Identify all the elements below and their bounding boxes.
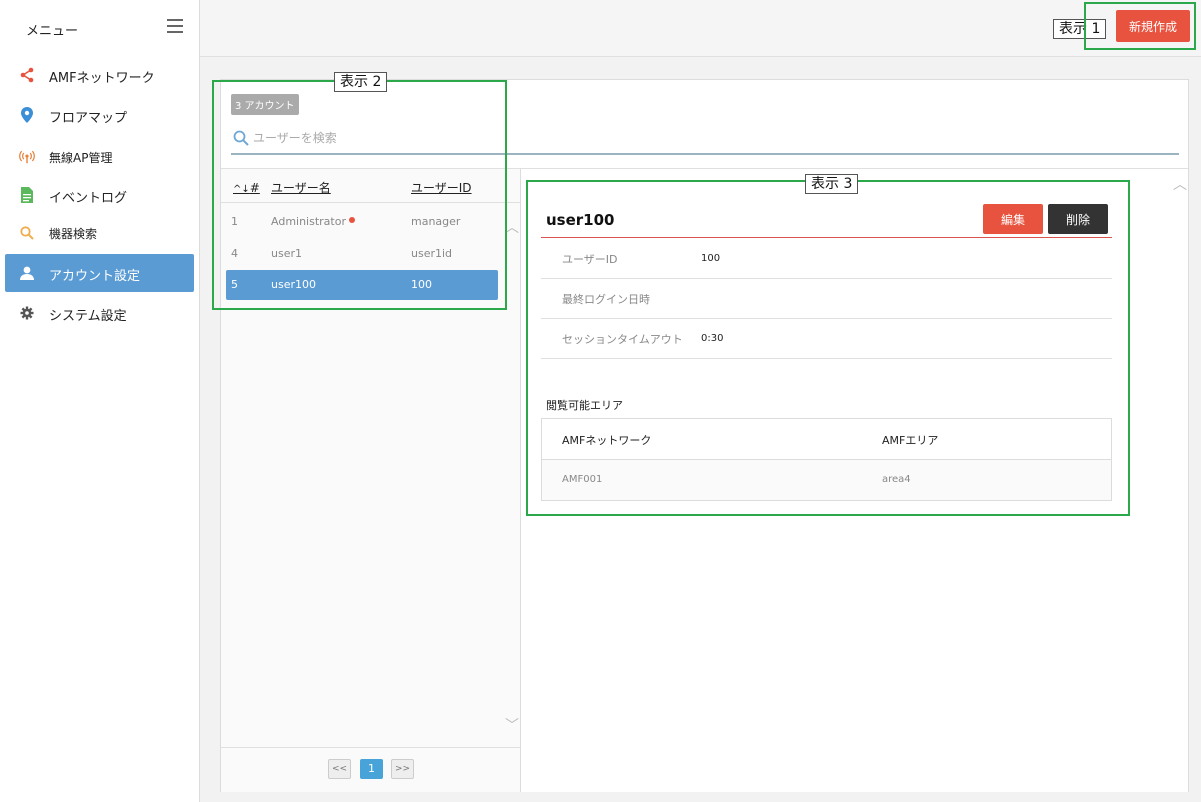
callout-label-1: 表示 1: [1053, 19, 1107, 39]
sidebar-item-floor-map[interactable]: フロアマップ: [5, 96, 194, 134]
user-detail-title: user100: [546, 211, 615, 229]
sidebar-item-label: 機器検索: [49, 227, 98, 241]
sidebar: メニュー AMFネットワーク フロアマップ 無線AP管理 イベントログ 機器検索: [0, 0, 200, 802]
table-row[interactable]: 4 user1 user1id: [226, 239, 498, 269]
table-row[interactable]: 1 Administrator manager: [226, 207, 498, 237]
field-row-session-timeout: セッションタイムアウト 0:30: [541, 319, 1112, 359]
search-icon: [233, 130, 249, 146]
map-pin-icon: [19, 107, 35, 123]
scroll-down-icon[interactable]: ﹀: [505, 715, 519, 735]
sidebar-item-label: イベントログ: [49, 191, 128, 206]
column-header-userid[interactable]: ユーザーID: [411, 179, 472, 196]
user-list: ^↓# ユーザー名 ユーザーID 1 Administrator manager…: [221, 168, 521, 792]
column-header-username[interactable]: ユーザー名: [271, 179, 331, 196]
field-row-userid: ユーザーID 100: [541, 239, 1112, 279]
callout-label-3: 表示 3: [805, 174, 859, 194]
hamburger-menu-icon[interactable]: [167, 19, 183, 33]
next-page-button[interactable]: >>: [391, 759, 414, 779]
sidebar-item-label: 無線AP管理: [49, 151, 113, 165]
wireless-icon: [19, 149, 35, 165]
document-icon: [19, 187, 35, 203]
detail-scroll-up-icon[interactable]: ︿: [1173, 174, 1187, 194]
search-icon: [19, 225, 35, 241]
share-icon: [19, 67, 35, 83]
callout-label-2: 表示 2: [334, 72, 388, 92]
column-header-area: AMFエリア: [882, 434, 939, 447]
status-dot: [349, 217, 355, 223]
sidebar-item-label: フロアマップ: [49, 111, 128, 126]
search-underline: [231, 153, 1179, 155]
page-button-1[interactable]: 1: [360, 759, 383, 779]
sidebar-item-amf-network[interactable]: AMFネットワーク: [5, 56, 194, 94]
field-row-last-login: 最終ログイン日時: [541, 279, 1112, 319]
sort-toggle[interactable]: ^↓#: [233, 181, 260, 195]
account-count-badge: 3 アカウント: [231, 94, 299, 115]
table-row: AMF001 area4: [542, 460, 1111, 500]
user-icon: [19, 265, 35, 281]
user-search-input[interactable]: [253, 128, 1153, 148]
scroll-up-icon[interactable]: ︿: [505, 217, 519, 237]
area-table-header: AMFネットワーク AMFエリア: [542, 419, 1111, 460]
top-bar: [200, 0, 1201, 57]
gear-icon: [19, 305, 35, 321]
prev-page-button[interactable]: <<: [328, 759, 351, 779]
sidebar-title: メニュー: [26, 24, 79, 39]
sidebar-item-wireless-ap[interactable]: 無線AP管理: [5, 138, 194, 176]
user-list-header: ^↓# ユーザー名 ユーザーID: [221, 169, 521, 203]
user-detail: user100 編集 削除 ユーザーID 100 最終ログイン日時 セッションタ…: [521, 168, 1188, 792]
viewable-area-title: 閲覧可能エリア: [546, 399, 623, 412]
delete-button[interactable]: 削除: [1048, 204, 1108, 234]
sidebar-item-label: AMFネットワーク: [49, 71, 155, 86]
sidebar-item-label: アカウント設定: [49, 269, 141, 284]
account-panel: 3 アカウント ^↓# ユーザー名 ユーザーID 1 Administrator…: [220, 79, 1189, 792]
pagination: << 1 >>: [221, 747, 521, 793]
sidebar-item-label: システム設定: [49, 309, 127, 324]
column-header-network: AMFネットワーク: [562, 434, 652, 447]
sidebar-item-device-search[interactable]: 機器検索: [5, 214, 194, 252]
sidebar-item-account-settings[interactable]: アカウント設定: [5, 254, 194, 292]
table-row-selected[interactable]: 5 user100 100: [226, 270, 498, 300]
new-account-button[interactable]: 新規作成: [1116, 10, 1190, 42]
sidebar-item-system-settings[interactable]: システム設定: [5, 294, 194, 332]
edit-button[interactable]: 編集: [983, 204, 1043, 234]
title-divider: [541, 237, 1112, 238]
sidebar-header: メニュー: [0, 0, 200, 56]
viewable-area-table: AMFネットワーク AMFエリア AMF001 area4: [541, 418, 1112, 501]
sidebar-item-event-log[interactable]: イベントログ: [5, 176, 194, 214]
